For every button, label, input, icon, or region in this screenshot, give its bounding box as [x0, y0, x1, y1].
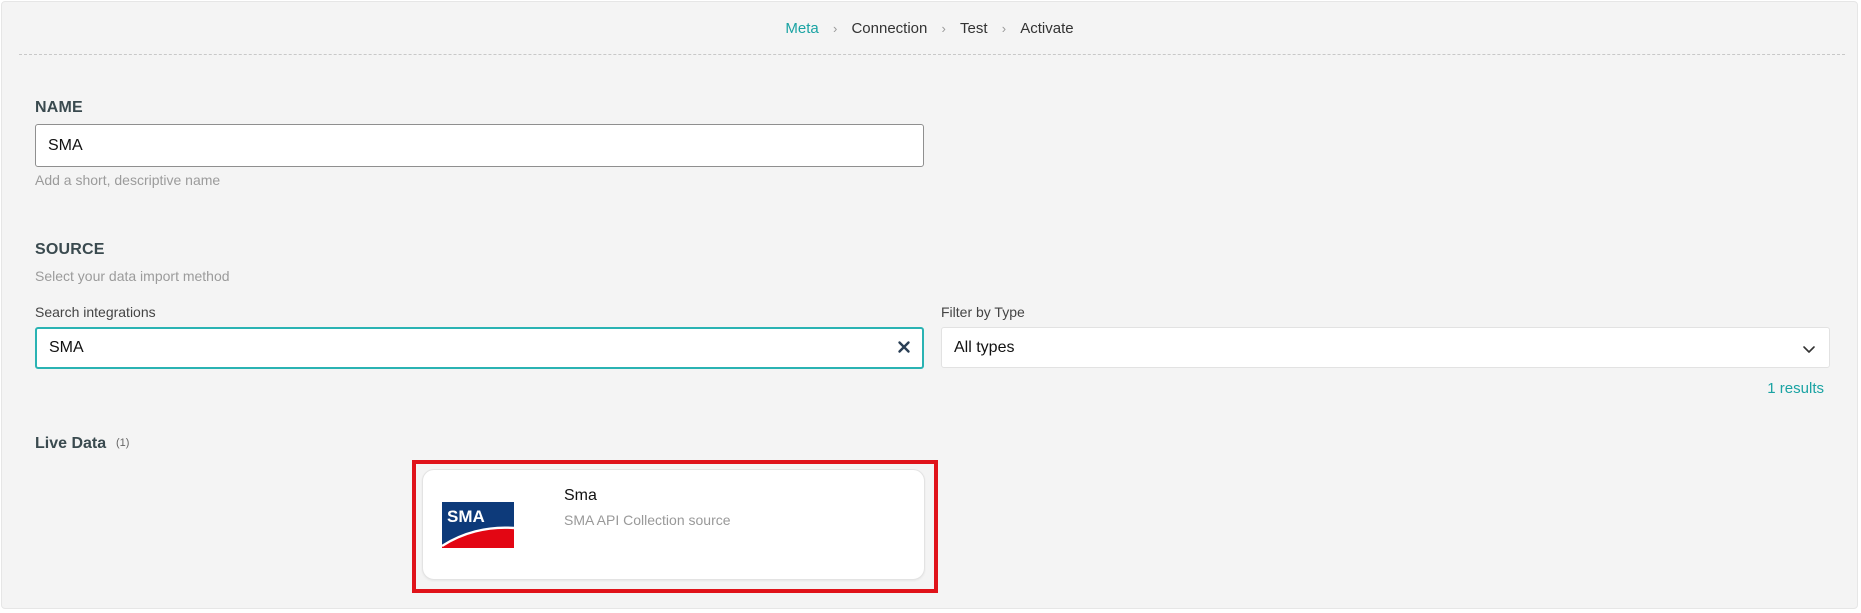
- filter-by-type-select[interactable]: All types: [941, 327, 1830, 368]
- step-separator: ›: [832, 20, 838, 36]
- results-count: 1 results: [1767, 380, 1824, 397]
- sma-logo-icon: SMA: [442, 502, 514, 548]
- search-integrations-input[interactable]: [35, 327, 924, 369]
- integration-card-title: Sma: [564, 487, 597, 504]
- integration-card-description: SMA API Collection source: [564, 512, 731, 528]
- live-data-title: Live Data: [35, 435, 107, 452]
- integration-setup-panel: Meta › Connection › Test › Activate NAME…: [1, 1, 1858, 609]
- step-activate[interactable]: Activate: [1020, 20, 1073, 37]
- clear-search-icon[interactable]: [895, 338, 913, 356]
- chevron-down-icon: [1803, 346, 1815, 353]
- name-section-title: NAME: [35, 99, 83, 116]
- step-connection[interactable]: Connection: [851, 20, 927, 37]
- step-meta[interactable]: Meta: [785, 20, 818, 37]
- source-section-title: SOURCE: [35, 241, 105, 258]
- stepper: Meta › Connection › Test › Activate: [2, 19, 1857, 37]
- name-help-text: Add a short, descriptive name: [35, 172, 221, 188]
- integration-card-sma[interactable]: SMA Sma SMA API Collection source: [422, 469, 925, 580]
- sma-logo-text: SMA: [447, 507, 485, 526]
- live-data-count: (1): [116, 437, 130, 449]
- filter-selected-value: All types: [954, 339, 1015, 356]
- name-input[interactable]: [35, 124, 924, 167]
- step-separator: ›: [941, 20, 946, 36]
- search-integrations-label: Search integrations: [35, 304, 156, 320]
- filter-by-type-label: Filter by Type: [941, 304, 1025, 320]
- step-test[interactable]: Test: [960, 20, 988, 37]
- source-help-text: Select your data import method: [35, 268, 230, 284]
- stepper-divider: [19, 54, 1845, 55]
- step-separator: ›: [1001, 20, 1007, 36]
